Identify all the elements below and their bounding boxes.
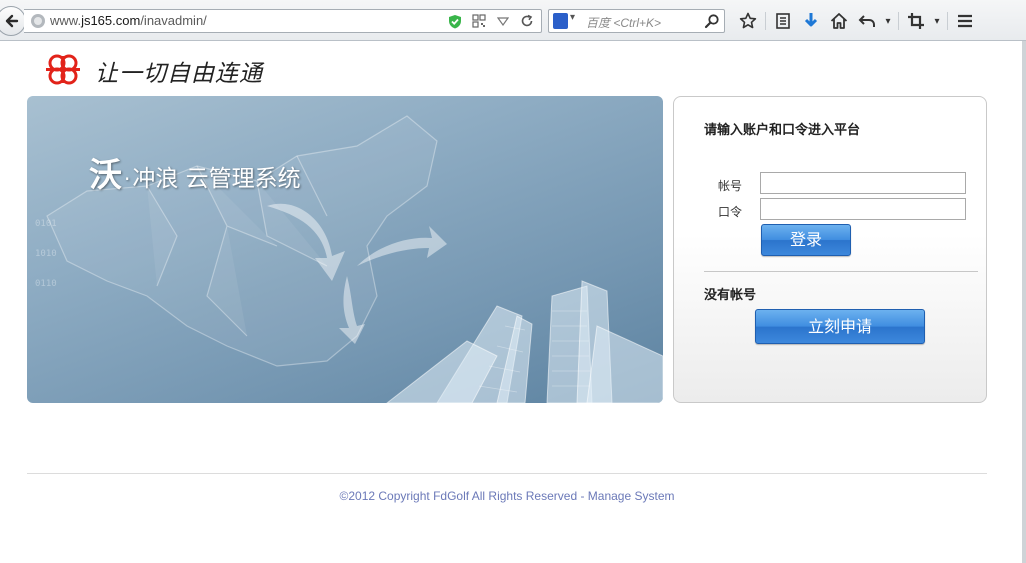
undo-icon[interactable] <box>853 9 881 33</box>
toolbar-separator <box>765 12 766 30</box>
url-path: /inavadmin/ <box>140 13 207 28</box>
address-bar[interactable]: www.js165.com/inavadmin/ <box>24 9 542 33</box>
china-unicom-logo: 让一切自由连通 <box>43 53 262 87</box>
search-bar[interactable]: 百度 <Ctrl+K> <box>548 9 725 33</box>
footer-divider <box>27 473 987 474</box>
svg-text:1010: 1010 <box>35 249 57 259</box>
system-title: 沃 ·冲浪 云管理系统 <box>89 148 301 196</box>
toolbar-icons: ▾ ▾ <box>734 9 979 33</box>
no-account-label: 没有帐号 <box>704 288 757 303</box>
browser-toolbar: www.js165.com/inavadmin/ 百度 <Ctrl+K> <box>0 0 1026 41</box>
search-icon[interactable] <box>704 13 720 33</box>
login-heading: 请输入账户和口令进入平台 <box>704 123 861 138</box>
url-text[interactable]: www.js165.com/inavadmin/ <box>50 13 207 28</box>
home-icon[interactable] <box>825 9 853 33</box>
account-input[interactable] <box>760 172 966 194</box>
toolbar-separator <box>898 12 899 30</box>
reload-icon[interactable] <box>519 13 535 29</box>
globe-icon <box>31 14 45 28</box>
download-icon[interactable] <box>797 9 825 33</box>
undo-dropdown-icon[interactable]: ▾ <box>881 16 895 27</box>
china-map-illustration: 0101 1010 0110 <box>35 115 663 403</box>
copyright-text: ©2012 Copyright FdGolf All Rights Reserv… <box>339 489 675 503</box>
scrollbar[interactable] <box>1022 41 1026 563</box>
toolbar-separator <box>947 12 948 30</box>
login-button[interactable]: 登录 <box>761 224 851 256</box>
url-host: js165.com <box>81 13 141 28</box>
password-label: 口令 <box>718 205 743 219</box>
back-button[interactable] <box>0 6 26 36</box>
crop-dropdown-icon[interactable]: ▾ <box>930 16 944 27</box>
svg-text:0110: 0110 <box>35 279 57 289</box>
signup-button[interactable]: 立刻申请 <box>755 309 925 344</box>
panel-divider <box>704 271 978 272</box>
unicom-knot-icon <box>46 54 80 85</box>
baidu-engine-icon[interactable] <box>553 12 575 29</box>
back-arrow-icon <box>5 14 19 28</box>
title-brand-char: 沃 <box>89 155 122 194</box>
qr-code-icon[interactable] <box>471 13 487 29</box>
account-label: 帐号 <box>718 179 743 193</box>
hamburger-menu-icon[interactable] <box>951 9 979 33</box>
password-input[interactable] <box>760 198 966 220</box>
login-panel: 请输入账户和口令进入平台 帐号 口令 登录 没有帐号 立刻申请 <box>673 96 987 403</box>
search-placeholder: 百度 <Ctrl+K> <box>586 16 662 30</box>
reading-list-icon[interactable] <box>769 9 797 33</box>
bookmark-star-icon[interactable] <box>734 9 762 33</box>
address-bar-icons <box>447 13 535 29</box>
svg-text:0101: 0101 <box>35 219 57 229</box>
logo-slogan: 让一切自由连通 <box>95 61 263 87</box>
hero-banner: 0101 1010 0110 沃 ·冲浪 云管理系统 <box>27 96 663 403</box>
title-dot: · <box>124 167 131 191</box>
crop-icon[interactable] <box>902 9 930 33</box>
title-system-name: 冲浪 云管理系统 <box>132 166 301 192</box>
shield-icon[interactable] <box>447 13 463 29</box>
url-prefix: www. <box>50 13 82 28</box>
dropdown-triangle-icon[interactable] <box>495 13 511 29</box>
